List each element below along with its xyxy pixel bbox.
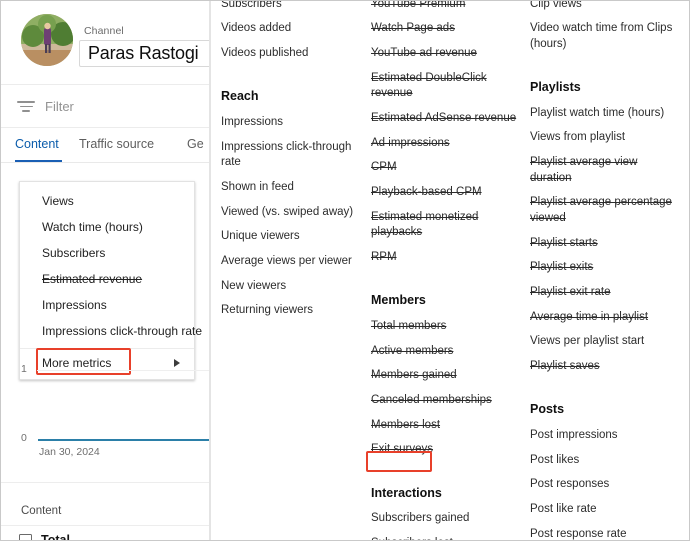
- reach-heading: Reach: [221, 89, 259, 104]
- metric-menu-item[interactable]: Watch time (hours): [20, 214, 194, 240]
- overlay-metric-item[interactable]: Impressions: [221, 110, 371, 135]
- chart-gridline: [37, 370, 209, 371]
- select-all-checkbox[interactable]: [19, 534, 32, 540]
- filter-placeholder: Filter: [45, 99, 74, 114]
- overlay-metric-item[interactable]: New viewers: [221, 274, 371, 299]
- chart-y-tick-top: 1: [21, 363, 27, 375]
- overlay-metric-item[interactable]: Canceled memberships: [371, 388, 521, 413]
- overlay-metric-item[interactable]: Returning viewers: [221, 299, 371, 324]
- members-heading: Members: [371, 293, 426, 308]
- overlay-metric-item[interactable]: Playlist average view duration: [530, 151, 680, 191]
- overlay-metric-item[interactable]: Subscribers lost: [371, 531, 521, 540]
- overlay-metric-item[interactable]: Estimated AdSense revenue: [371, 106, 521, 131]
- overlay-metric-item[interactable]: CPM: [371, 156, 521, 181]
- overlay-metric-item[interactable]: Videos published: [221, 41, 371, 66]
- metric-menu-item[interactable]: Subscribers: [20, 240, 194, 266]
- overlay-metric-item[interactable]: Post impressions: [530, 423, 680, 448]
- overlay-metric-item[interactable]: Playback-based CPM: [371, 180, 521, 205]
- overlay-metric-item[interactable]: Impressions click-through rate: [221, 135, 371, 175]
- metric-menu-item[interactable]: Views: [20, 188, 194, 214]
- overlay-metric-item[interactable]: Playlist average percentage viewed: [530, 191, 680, 231]
- chart-series-line: [38, 439, 209, 441]
- overlay-metric-item[interactable]: Exit surveys: [371, 438, 521, 463]
- overlay-metric-item[interactable]: Average views per viewer: [221, 249, 371, 274]
- overlay-column-2: YouTube Premium Watch Page ads YouTube ad …: [371, 1, 531, 540]
- overlay-metric-item[interactable]: YouTube Premium: [371, 1, 521, 17]
- panel-edge: [210, 1, 211, 540]
- overlay-metric-item[interactable]: Members gained: [371, 364, 521, 389]
- overlay-metric-item[interactable]: Members lost: [371, 413, 521, 438]
- tab-traffic-source[interactable]: Traffic source: [79, 137, 154, 151]
- content-column-heading: Content: [21, 505, 62, 517]
- metric-menu-item[interactable]: Impressions: [20, 292, 194, 318]
- tab-ge[interactable]: Ge: [187, 137, 204, 151]
- overlay-metric-item[interactable]: Playlist saves: [530, 355, 680, 380]
- tab-bar: Content Traffic source Ge: [1, 128, 209, 163]
- overlay-metric-item[interactable]: Unique viewers: [221, 225, 371, 250]
- footer-divider: [1, 525, 209, 526]
- overlay-metric-item[interactable]: Watch Page ads: [371, 17, 521, 42]
- overlay-metric-item[interactable]: Average time in playlist: [530, 305, 680, 330]
- overlay-metric-item[interactable]: Viewed (vs. swiped away): [221, 200, 371, 225]
- metrics-chart: 1 0 Jan 30, 2024: [1, 353, 209, 483]
- filter-bar[interactable]: Filter: [1, 85, 209, 128]
- footer-row-label: Total: [41, 533, 70, 541]
- overlay-metric-item[interactable]: Ad impressions: [371, 131, 521, 156]
- filter-icon: [17, 101, 35, 113]
- overlay-metric-item[interactable]: Shown in feed: [221, 175, 371, 200]
- overlay-metric-item[interactable]: Estimated DoubleClick revenue: [371, 66, 521, 106]
- playlists-heading: Playlists: [530, 79, 581, 94]
- overlay-metric-item[interactable]: Subscribers: [221, 1, 371, 17]
- content-table-footer: Content Total: [1, 483, 209, 541]
- metric-menu-item[interactable]: Impressions click-through rate: [20, 318, 202, 344]
- active-tab-underline: [15, 159, 62, 162]
- overlay-metric-item[interactable]: Total members: [371, 314, 521, 339]
- avatar-image: [21, 14, 73, 66]
- overlay-metric-item[interactable]: Estimated monetized playbacks: [371, 205, 521, 245]
- channel-avatar[interactable]: [21, 14, 73, 66]
- chart-y-tick-bottom: 0: [21, 432, 27, 444]
- channel-name-field[interactable]: Paras Rastogi: [79, 40, 209, 67]
- channel-label: Channel: [84, 25, 124, 37]
- analytics-screen: Channel Paras Rastogi Filter Content Traf…: [0, 0, 690, 541]
- overlay-metric-item[interactable]: Post response rate: [530, 522, 680, 540]
- metric-menu-item[interactable]: Estimated revenue: [20, 266, 194, 292]
- overlay-metric-item[interactable]: Clip views: [530, 1, 680, 17]
- overlay-metric-item[interactable]: Active members: [371, 339, 521, 364]
- interactions-heading: Interactions: [371, 485, 442, 500]
- channel-header: Channel Paras Rastogi: [1, 1, 209, 85]
- overlay-metric-item[interactable]: Post like rate: [530, 498, 680, 523]
- overlay-metric-item[interactable]: YouTube ad revenue: [371, 41, 521, 66]
- overlay-metric-item[interactable]: RPM: [371, 245, 521, 270]
- more-metrics-overlay-panel: Subscribers Videos added Videos published …: [210, 1, 689, 540]
- posts-heading: Posts: [530, 402, 565, 417]
- left-analytics-pane: Channel Paras Rastogi Filter Content Traf…: [1, 1, 210, 541]
- overlay-metric-item[interactable]: Videos added: [221, 17, 371, 42]
- overlay-column-1: Subscribers Videos added Videos published …: [221, 1, 381, 324]
- overlay-column-3: Clip views Video watch time from Clips (h…: [530, 1, 689, 540]
- overlay-metric-item[interactable]: Video watch time from Clips (hours): [530, 17, 680, 57]
- overlay-metric-item[interactable]: Post responses: [530, 473, 680, 498]
- overlay-metric-item[interactable]: Post likes: [530, 448, 680, 473]
- overlay-metric-item[interactable]: Playlist watch time (hours): [530, 101, 680, 126]
- overlay-metric-item[interactable]: Subscribers gained: [371, 507, 521, 532]
- overlay-metric-item[interactable]: Playlist exit rate: [530, 280, 680, 305]
- overlay-metric-item[interactable]: Playlist starts: [530, 231, 680, 256]
- tab-content[interactable]: Content: [15, 137, 59, 151]
- metrics-dropdown-menu: Views Watch time (hours) Subscribers Estima…: [19, 181, 202, 380]
- chart-x-label: Jan 30, 2024: [39, 446, 100, 458]
- overlay-metric-item[interactable]: Playlist exits: [530, 256, 680, 281]
- overlay-metric-item[interactable]: Views per playlist start: [530, 330, 680, 355]
- channel-name-text: Paras Rastogi: [88, 43, 199, 63]
- overlay-metric-item[interactable]: Views from playlist: [530, 126, 680, 151]
